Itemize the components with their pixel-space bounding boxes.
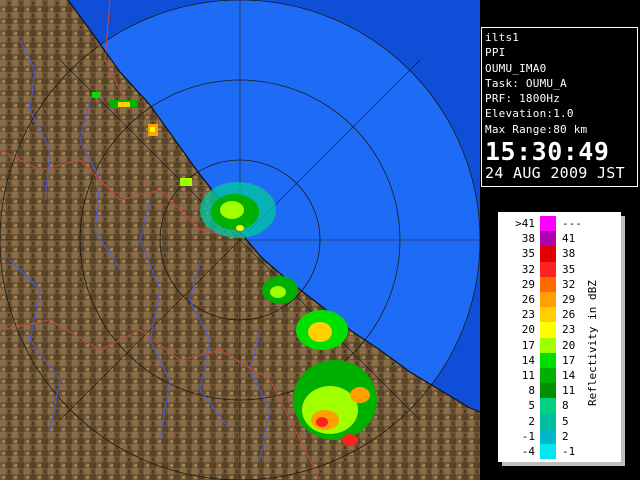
legend-row: 14 17 — [498, 352, 621, 368]
elevation-value: Elevation:1.0 — [485, 107, 574, 121]
legend-row-upper: --- — [562, 217, 582, 230]
legend-row-lower: 17 — [521, 338, 535, 352]
legend-color-swatch — [540, 307, 556, 323]
product-name: OUMU_IMA0 — [485, 61, 547, 75]
legend-row-lower: 32 — [521, 262, 535, 276]
scan-time: 15:30:49 — [485, 137, 610, 167]
reflectivity-legend: >41 --- 38 41 35 38 32 35 29 32 26 29 23 26 20 23 17 20 14… — [498, 212, 621, 462]
legend-row: 17 20 — [498, 337, 621, 353]
legend-row-upper: 14 — [562, 369, 576, 382]
legend-row-lower: -1 — [521, 429, 535, 443]
legend-row-upper: 35 — [562, 262, 576, 276]
legend-row-upper: 17 — [562, 353, 576, 367]
legend-row-upper: 20 — [562, 338, 576, 352]
max-range-value: Max Range:80 km — [485, 122, 588, 136]
legend-color-swatch — [540, 383, 556, 399]
prf-value: PRF: 1800Hz — [485, 92, 561, 106]
legend-row: 11 14 — [498, 368, 621, 384]
legend-row-upper: 5 — [562, 414, 569, 428]
legend-row-upper: 2 — [562, 429, 569, 443]
legend-row-upper: 26 — [562, 308, 576, 322]
legend-row-upper: 23 — [562, 323, 576, 337]
legend-row-lower: 20 — [521, 323, 535, 337]
legend-color-swatch — [540, 413, 556, 429]
legend-color-swatch — [540, 444, 556, 460]
legend-row-upper: 29 — [562, 293, 576, 306]
legend-color-swatch — [540, 276, 556, 292]
legend-row-lower: -4 — [521, 445, 535, 458]
legend-row-lower: >41 — [515, 217, 535, 230]
legend-row: 35 38 — [498, 246, 621, 262]
radar-display: ilts1 PPI OUMU_IMA0 Task: OUMU_A PRF: 18… — [0, 0, 640, 480]
radar-site-name: ilts1 — [485, 31, 520, 44]
legend-row: 8 11 — [498, 383, 621, 399]
radar-info-panel: ilts1 PPI OUMU_IMA0 Task: OUMU_A PRF: 18… — [481, 27, 638, 187]
legend-row: >41 --- — [498, 216, 621, 232]
legend-color-swatch — [540, 246, 556, 262]
legend-color-swatch — [540, 292, 556, 308]
legend-color-swatch — [540, 352, 556, 368]
legend-row-upper: -1 — [562, 445, 576, 458]
scan-date: 24 AUG 2009 JST — [485, 164, 625, 183]
scan-mode: PPI — [485, 46, 506, 60]
legend-row: -4 -1 — [498, 444, 621, 460]
echo-cluster-central — [200, 182, 276, 238]
legend-row-upper: 8 — [562, 399, 569, 413]
legend-row: 26 29 — [498, 292, 621, 308]
legend-row: 58 — [498, 398, 621, 414]
legend-row-lower: 35 — [521, 247, 535, 261]
legend-color-swatch — [540, 322, 556, 338]
legend-row: 38 41 — [498, 231, 621, 247]
legend-color-swatch — [540, 368, 556, 384]
azimuth-lines — [0, 0, 480, 480]
legend-row: 29 32 — [498, 276, 621, 292]
legend-row-lower: 11 — [521, 369, 535, 382]
legend-row-upper: 11 — [562, 384, 576, 398]
legend-color-swatch — [540, 231, 556, 247]
legend-color-swatch — [540, 337, 556, 353]
legend-row: 32 35 — [498, 261, 621, 277]
legend-row: 25 — [498, 413, 621, 429]
legend-row: 20 23 — [498, 322, 621, 338]
legend-row-lower: 8 — [528, 384, 535, 398]
legend-color-swatch — [540, 398, 556, 414]
legend-row-lower: 29 — [521, 277, 535, 291]
task-name: Task: OUMU_A — [485, 76, 567, 90]
legend-row-lower: 14 — [521, 353, 535, 367]
legend-color-swatch — [540, 216, 556, 232]
legend-row: -1 2 — [498, 428, 621, 444]
legend-row-lower: 5 — [528, 399, 535, 413]
legend-title: Reflectivity in dBZ — [586, 280, 599, 406]
legend-row-upper: 32 — [562, 277, 576, 291]
legend-row: 23 26 — [498, 307, 621, 323]
legend-row-lower: 26 — [521, 293, 535, 306]
legend-color-swatch — [540, 428, 556, 444]
legend-row-lower: 2 — [528, 414, 535, 428]
legend-row-lower: 23 — [521, 308, 535, 322]
legend-row-lower: 38 — [521, 232, 535, 246]
legend-color-swatch — [540, 261, 556, 277]
legend-row-upper: 38 — [562, 247, 576, 261]
legend-row-upper: 41 — [562, 232, 576, 246]
radar-ppi-map — [0, 0, 480, 480]
